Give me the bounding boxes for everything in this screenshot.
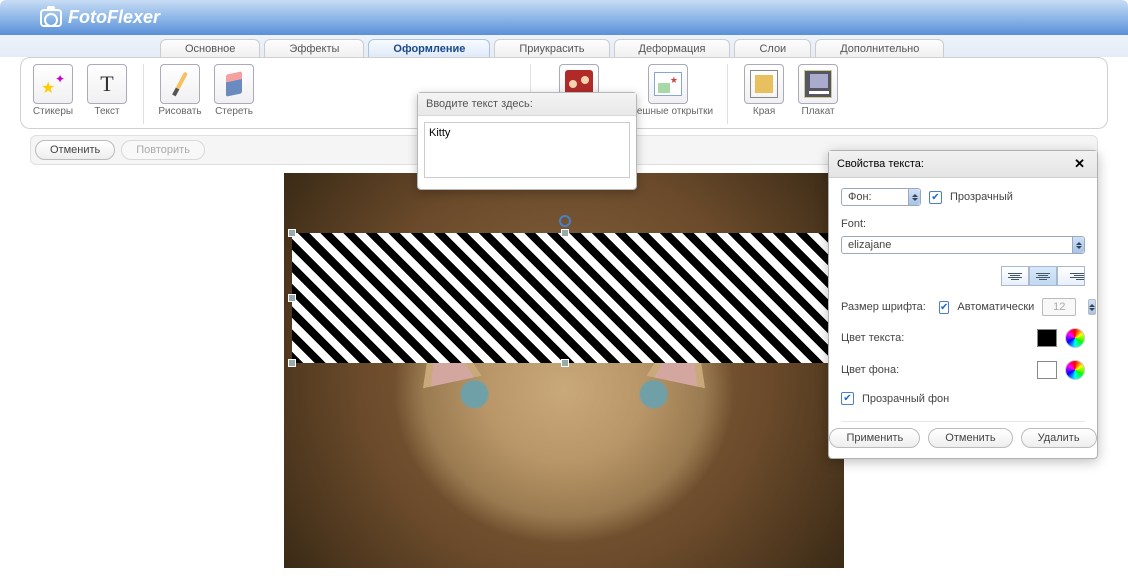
transparent-bg-label: Прозрачный фон — [862, 393, 949, 405]
tab-advanced[interactable]: Дополнительно — [815, 39, 944, 57]
rotate-handle[interactable] — [559, 215, 571, 227]
resize-handle-w[interactable] — [288, 294, 296, 302]
chevron-updown-icon — [908, 189, 920, 205]
text-selection-box[interactable] — [292, 233, 838, 363]
align-center-button[interactable] — [1029, 266, 1057, 286]
apply-button[interactable]: Применить — [829, 428, 920, 448]
bg-color-label: Цвет фона: — [841, 364, 931, 376]
font-label: Font: — [841, 218, 1085, 230]
auto-size-checkbox[interactable] — [939, 301, 949, 314]
font-dropdown[interactable]: elizajane — [841, 236, 1085, 254]
app-logo: FotoFlexer — [40, 7, 160, 28]
tool-draw[interactable]: Рисовать — [158, 64, 202, 117]
tab-beautify[interactable]: Приукрасить — [494, 39, 609, 57]
text-color-label: Цвет текста: — [841, 332, 931, 344]
tool-stickers[interactable]: ★✦ Стикеры — [31, 64, 75, 117]
tab-decorate[interactable]: Оформление — [368, 39, 490, 57]
separator — [143, 64, 144, 124]
transparent-label: Прозрачный — [950, 191, 1013, 203]
font-size-stepper[interactable] — [1088, 299, 1096, 315]
cancel-button[interactable]: Отменить — [928, 428, 1012, 448]
tab-basic[interactable]: Основное — [160, 39, 260, 57]
poster-icon — [804, 70, 832, 98]
resize-handle-n[interactable] — [561, 229, 569, 237]
resize-handle-nw[interactable] — [288, 229, 296, 237]
close-icon[interactable]: ✕ — [1070, 156, 1089, 172]
text-input-field[interactable] — [424, 122, 630, 178]
text-input-title: Вводите текст здесь: — [418, 93, 636, 116]
tool-erase[interactable]: Стереть — [212, 64, 256, 117]
align-right-button[interactable] — [1057, 266, 1085, 286]
resize-handle-sw[interactable] — [288, 359, 296, 367]
font-size-field[interactable] — [1042, 298, 1076, 316]
redo-button: Повторить — [121, 140, 205, 160]
text-color-swatch[interactable] — [1037, 329, 1057, 347]
resize-handle-s[interactable] — [561, 359, 569, 367]
app-header: FotoFlexer — [0, 0, 1128, 36]
app-name: FotoFlexer — [68, 7, 160, 28]
pencil-icon — [172, 72, 188, 97]
text-color-picker-icon[interactable] — [1065, 328, 1085, 348]
tool-poster[interactable]: Плакат — [796, 64, 840, 117]
font-size-label: Размер шрифта: — [841, 301, 931, 313]
bg-dropdown[interactable]: Фон: — [841, 188, 921, 206]
tab-distort[interactable]: Деформация — [614, 39, 731, 57]
separator — [727, 64, 728, 124]
text-icon: T — [100, 71, 113, 97]
text-properties-panel: Свойства текста: ✕ Фон: Прозрачный Font:… — [828, 150, 1098, 459]
transparent-bg-checkbox[interactable] — [841, 392, 854, 405]
delete-button[interactable]: Удалить — [1021, 428, 1097, 448]
text-input-popup: Вводите текст здесь: — [417, 92, 637, 190]
sticker-icon: ★✦ — [41, 72, 65, 96]
tab-layers[interactable]: Слои — [734, 39, 811, 57]
bg-color-swatch[interactable] — [1037, 361, 1057, 379]
tool-edges[interactable]: Края — [742, 64, 786, 117]
chevron-updown-icon — [1072, 237, 1084, 253]
panel-title: Свойства текста: — [837, 158, 924, 170]
main-tabs: Основное Эффекты Оформление Приукрасить … — [0, 35, 1128, 57]
camera-icon — [40, 9, 62, 27]
transparent-checkbox[interactable] — [929, 191, 942, 204]
card-icon — [654, 72, 682, 96]
edges-icon — [750, 70, 778, 98]
align-left-button[interactable] — [1001, 266, 1029, 286]
eraser-icon — [226, 71, 242, 96]
auto-size-label: Автоматически — [957, 301, 1034, 313]
tab-effects[interactable]: Эффекты — [264, 39, 364, 57]
tool-text[interactable]: T Текст — [85, 64, 129, 117]
undo-button[interactable]: Отменить — [35, 140, 115, 160]
bg-color-picker-icon[interactable] — [1065, 360, 1085, 380]
canvas[interactable]: Kitty ♥ — [284, 173, 844, 568]
